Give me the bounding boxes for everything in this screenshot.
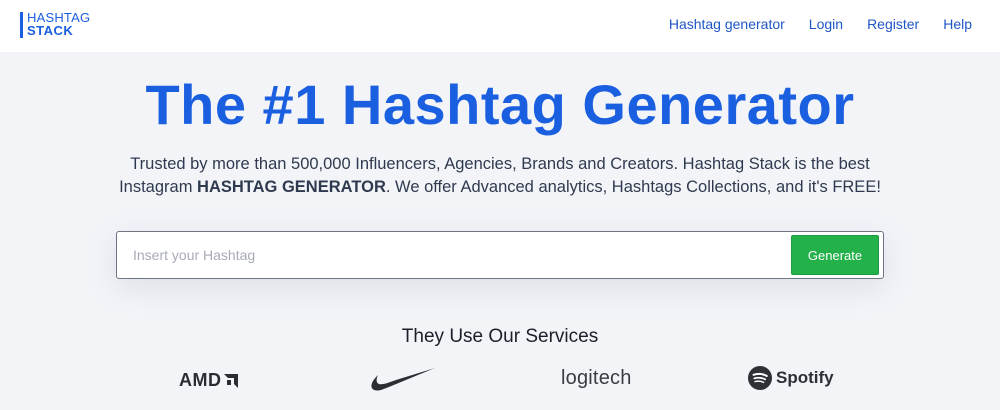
nike-swoosh-icon — [371, 368, 435, 391]
logo-line2: STACK — [27, 23, 74, 38]
hashtag-stack-logo[interactable]: HASHTAG STACK — [20, 11, 90, 39]
hashtag-input[interactable] — [133, 244, 773, 266]
subtitle-line1: Trusted by more than 500,000 Influencers… — [130, 155, 870, 173]
spotify-icon — [748, 366, 772, 390]
spotify-wordmark: Spotify — [776, 368, 834, 387]
amd-wordmark: AMD — [179, 370, 222, 390]
amd-arrow-icon — [223, 373, 238, 388]
logitech-logo: logitech — [561, 367, 632, 390]
main-nav: Hashtag generator Login Register Help — [669, 16, 972, 32]
subtitle-bold: HASHTAG GENERATOR — [197, 178, 386, 196]
logitech-wordmark: logitech — [561, 367, 632, 389]
services-title: They Use Our Services — [401, 326, 599, 347]
hero-title: The #1 Hashtag Generator — [145, 73, 855, 136]
amd-logo: AMD — [179, 370, 238, 391]
site-header: HASHTAG STACK Hashtag generator Login Re… — [0, 0, 1000, 52]
generate-button[interactable]: Generate — [791, 235, 879, 275]
subtitle-line2-pre: Instagram — [119, 178, 198, 196]
nav-hashtag-generator[interactable]: Hashtag generator — [669, 16, 785, 32]
nav-help[interactable]: Help — [943, 16, 972, 32]
hashtag-search-box: Generate — [116, 231, 884, 279]
brand-logos: AMD logitech Spotify — [0, 360, 1000, 400]
subtitle-line2-post: . We offer Advanced analytics, Hashtags … — [385, 178, 881, 196]
nav-login[interactable]: Login — [809, 16, 843, 32]
hero-subtitle: Trusted by more than 500,000 Influencers… — [0, 153, 1000, 199]
nav-register[interactable]: Register — [867, 16, 919, 32]
logo-text: HASHTAG STACK — [27, 11, 90, 39]
logo-bar — [20, 12, 23, 38]
spotify-logo: Spotify — [748, 366, 834, 390]
nike-logo — [370, 366, 436, 392]
